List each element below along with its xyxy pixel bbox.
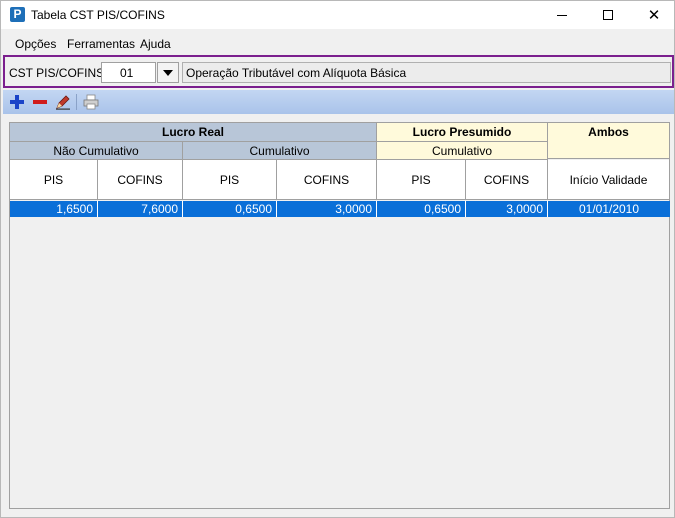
cst-label: CST PIS/COFINS: xyxy=(9,66,108,80)
minimize-button[interactable] xyxy=(539,1,585,29)
remove-icon[interactable] xyxy=(30,92,50,112)
cst-code-input[interactable]: 01 xyxy=(101,62,156,83)
menu-opcoes[interactable]: Opções xyxy=(15,37,56,51)
cst-description-field: Operação Tributável com Alíquota Básica xyxy=(182,62,671,83)
header-lucro-presumido: Lucro Presumido xyxy=(377,123,548,142)
column-header-pis-real-c[interactable]: PIS xyxy=(183,160,277,200)
menu-ajuda[interactable]: Ajuda xyxy=(140,37,171,51)
header-cumulativo-real: Cumulativo xyxy=(183,142,377,160)
table-row-cell[interactable]: 0,6500 xyxy=(377,201,466,217)
table-row-cell[interactable]: 01/01/2010 xyxy=(548,201,670,217)
header-cumulativo-presumido: Cumulativo xyxy=(377,142,548,160)
edit-icon[interactable] xyxy=(53,92,73,112)
column-header-pis-real-nc[interactable]: PIS xyxy=(10,160,98,200)
filter-panel: CST PIS/COFINS: 01 Operação Tributável c… xyxy=(3,55,674,88)
table-row-cell[interactable]: 0,6500 xyxy=(183,201,277,217)
column-header-cofins-presumido[interactable]: COFINS xyxy=(466,160,548,200)
table-row-cell[interactable]: 7,6000 xyxy=(98,201,183,217)
chevron-down-icon xyxy=(163,69,173,76)
table-row-cell[interactable]: 3,0000 xyxy=(466,201,548,217)
maximize-icon xyxy=(603,10,613,20)
cst-table[interactable]: Lucro Real Lucro Presumido Ambos Não Cum… xyxy=(9,122,670,509)
app-icon: P xyxy=(10,7,25,22)
title-bar[interactable]: P Tabela CST PIS/COFINS ✕ xyxy=(1,1,674,29)
column-header-cofins-real-c[interactable]: COFINS xyxy=(277,160,377,200)
close-button[interactable]: ✕ xyxy=(631,1,675,29)
menu-bar: Opções Ferramentas Ajuda xyxy=(1,34,674,54)
table-row-cell[interactable]: 1,6500 xyxy=(10,201,98,217)
column-header-pis-presumido[interactable]: PIS xyxy=(377,160,466,200)
header-ambos: Ambos xyxy=(548,123,670,159)
header-nao-cumulativo: Não Cumulativo xyxy=(10,142,183,160)
column-header-inicio-validade[interactable]: Início Validade xyxy=(548,160,670,200)
maximize-button[interactable] xyxy=(585,1,631,29)
window-title: Tabela CST PIS/COFINS xyxy=(31,8,165,22)
add-icon[interactable] xyxy=(7,92,27,112)
minimize-icon xyxy=(557,14,567,16)
column-header-cofins-real-nc[interactable]: COFINS xyxy=(98,160,183,200)
toolbar-separator xyxy=(76,94,77,110)
cst-dropdown-button[interactable] xyxy=(157,62,179,83)
close-icon: ✕ xyxy=(647,7,661,24)
table-row-cell[interactable]: 3,0000 xyxy=(277,201,377,217)
print-icon[interactable] xyxy=(81,92,101,112)
menu-ferramentas[interactable]: Ferramentas xyxy=(67,37,135,51)
main-window: P Tabela CST PIS/COFINS ✕ Opções Ferrame… xyxy=(0,0,675,518)
header-lucro-real: Lucro Real xyxy=(10,123,377,142)
toolbar xyxy=(3,90,674,114)
